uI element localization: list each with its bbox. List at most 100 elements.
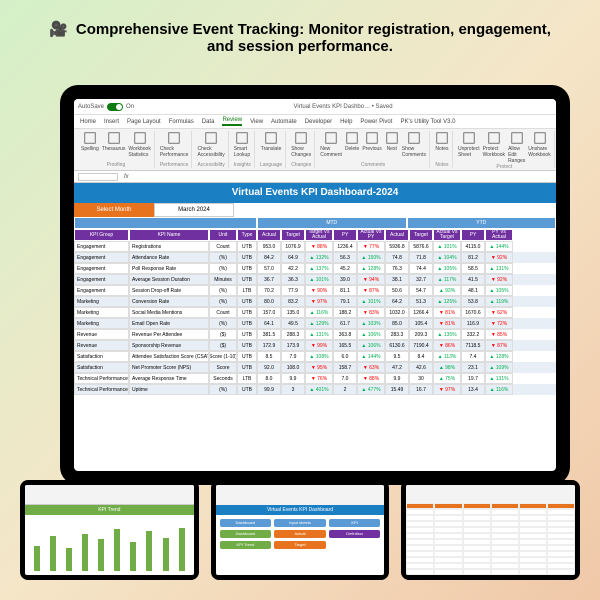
ribbon-btn-previous[interactable]: Previous [362,131,381,158]
ribbon-tab-view[interactable]: View [250,119,263,125]
cell: 165.5 [333,340,357,351]
table-row[interactable]: EngagementPoll Response Rate(%)UTB57.042… [74,263,556,274]
col-header-unit[interactable]: Unit [209,229,237,241]
thumb2-title: Virtual Events KPI Dashboard [216,505,385,515]
thumb3-ribbon [406,485,575,503]
table-row[interactable]: Technical PerformanceAverage Response Ti… [74,373,556,384]
autosave-state: On [126,104,134,110]
cell: ▼ 83% [357,307,385,318]
autosave-control[interactable]: AutoSave On [78,103,134,111]
ribbon-tab-home[interactable]: Home [80,119,96,125]
table-row[interactable]: MarketingEmail Open Rate(%)UTB64.149.5▲ … [74,318,556,329]
table-row[interactable]: RevenueSponsorship Revenue($)UTB172.9173… [74,340,556,351]
cell: Count [209,307,237,318]
col-header-py-vs-actual[interactable]: PY Vs Actual [485,229,513,241]
ribbon-btn-check-performance[interactable]: Check Performance [160,131,189,158]
cell: UTB [237,252,257,263]
col-header-py[interactable]: PY [461,229,485,241]
month-dropdown[interactable]: March 2024 [154,203,234,217]
col-header-kpi-name[interactable]: KPI Name [129,229,209,241]
cell: 1266.4 [409,307,433,318]
table-row[interactable]: SatisfactionAttendee Satisfaction Score … [74,351,556,362]
thumb2-target-btn[interactable]: Target [274,541,326,549]
ribbon-btn-show-changes[interactable]: Show Changes [291,131,311,158]
ribbon-tab-formulas[interactable]: Formulas [169,119,194,125]
ribbon-btn-workbook-statistics[interactable]: Workbook Statistics [128,131,150,158]
ribbon-btn-unshare-workbook[interactable]: Unshare Workbook [528,131,550,164]
cell: Count [209,241,237,252]
ribbon-tab-data[interactable]: Data [202,119,215,125]
cell: 6130.6 [385,340,409,351]
cell: 70.2 [257,285,281,296]
cell: 51.3 [409,296,433,307]
cell: Social Media Mentions [129,307,209,318]
name-box[interactable] [78,173,118,181]
cell: UTB [237,241,257,252]
cell: 32.7 [409,274,433,285]
ribbon-btn-allow-edit-ranges[interactable]: Allow Edit Ranges [508,131,525,164]
thumb3-cell [406,569,434,575]
cell: ▼ 87% [485,340,513,351]
ribbon-btn-thesaurus[interactable]: Thesaurus [102,131,126,158]
cell: Engagement [74,285,129,296]
table-row[interactable]: SatisfactionNet Promoter Score (NPS)Scor… [74,362,556,373]
data-table-body: EngagementRegistrationsCountUTB953.01076… [74,241,556,395]
ribbon-btn-protect-workbook[interactable]: Protect Workbook [483,131,505,164]
col-header-py[interactable]: PY [333,229,357,241]
ribbon-btn-check-accessibility[interactable]: Check Accessibility [197,131,224,158]
thumb2-col1-header: Dashboard [220,519,272,527]
table-row[interactable]: Technical PerformanceUptime(%)UTB99.93▲ … [74,384,556,395]
table-row[interactable]: EngagementRegistrationsCountUTB953.01076… [74,241,556,252]
cell: ▲ 144% [357,351,385,362]
col-header-actual[interactable]: Actual [257,229,281,241]
cell: Sponsorship Revenue [129,340,209,351]
ribbon-tab-automate[interactable]: Automate [271,119,297,125]
col-header-target[interactable]: Target [409,229,433,241]
ribbon-tab-pk-s-utility-tool-v3-0[interactable]: PK's Utility Tool V3.0 [400,119,455,125]
ribbon-group-performance: Check PerformancePerformance [157,131,193,168]
ribbon-tab-insert[interactable]: Insert [104,119,119,125]
col-header-target-vs-actual[interactable]: Target Vs Actual [305,229,333,241]
table-row[interactable]: EngagementSession Drop-off Rate(%)LTB70.… [74,285,556,296]
ribbon-btn-smart-lookup[interactable]: Smart Lookup [234,131,251,158]
cell: Engagement [74,263,129,274]
table-row[interactable]: EngagementAttendance Rate(%)UTB84.264.9▲… [74,252,556,263]
ribbon-btn-next[interactable]: Next [385,131,399,158]
thumb2-dashboard-btn[interactable]: Dashboard [220,530,272,538]
table-row[interactable]: MarketingSocial Media MentionsCountUTB15… [74,307,556,318]
ribbon-btn-unprotect-sheet[interactable]: Unprotect Sheet [458,131,480,164]
titlebar: AutoSave On Virtual Events KPI Dashbo… •… [74,99,556,115]
table-row[interactable]: RevenueRevenue Per Attendee($)UTB381.528… [74,329,556,340]
col-header-actual-vs-py[interactable]: Actual Vs PY [357,229,385,241]
col-header-actual[interactable]: Actual [385,229,409,241]
ribbon-btn-show-comments[interactable]: Show Comments [402,131,426,158]
thumb2-actual-btn[interactable]: Actual [274,530,326,538]
autosave-toggle[interactable] [107,103,123,111]
thumb2-kpitrend-btn[interactable]: KPI Trend [220,541,272,549]
ribbon-tab-help[interactable]: Help [340,119,352,125]
ribbon-btn-notes[interactable]: Notes [435,131,449,152]
cell: 953.0 [257,241,281,252]
ribbon-btn-delete[interactable]: Delete [345,131,359,158]
thumb2-definition-btn[interactable]: Definition [329,530,381,538]
cell: 71.8 [409,252,433,263]
table-row[interactable]: EngagementAverage Session DurationMinute… [74,274,556,285]
ribbon-tab-power-pivot[interactable]: Power Pivot [360,119,392,125]
formula-bar[interactable]: fx [74,171,556,183]
ribbon-tab-developer[interactable]: Developer [305,119,332,125]
thumb1-title: KPI Trend [25,505,194,515]
table-row[interactable]: MarketingConversion Rate(%)UTB80.083.2▼ … [74,296,556,307]
ribbon-tab-review[interactable]: Review [222,117,242,126]
col-header-type[interactable]: Type [237,229,257,241]
cell: ▼ 72% [485,318,513,329]
col-header-actual-vs-target[interactable]: Actual Vs Target [433,229,461,241]
ribbon-tab-page-layout[interactable]: Page Layout [127,119,161,125]
ribbon-btn-new-comment[interactable]: New Comment [320,131,342,158]
cell: (%) [209,252,237,263]
ribbon-btn-translate[interactable]: Translate [261,131,282,152]
col-header-target[interactable]: Target [281,229,305,241]
cell: 2 [333,384,357,395]
ribbon-btn-spelling[interactable]: Spelling [81,131,99,158]
cell: Average Session Duration [129,274,209,285]
col-header-kpi-group[interactable]: KPI Group [74,229,129,241]
